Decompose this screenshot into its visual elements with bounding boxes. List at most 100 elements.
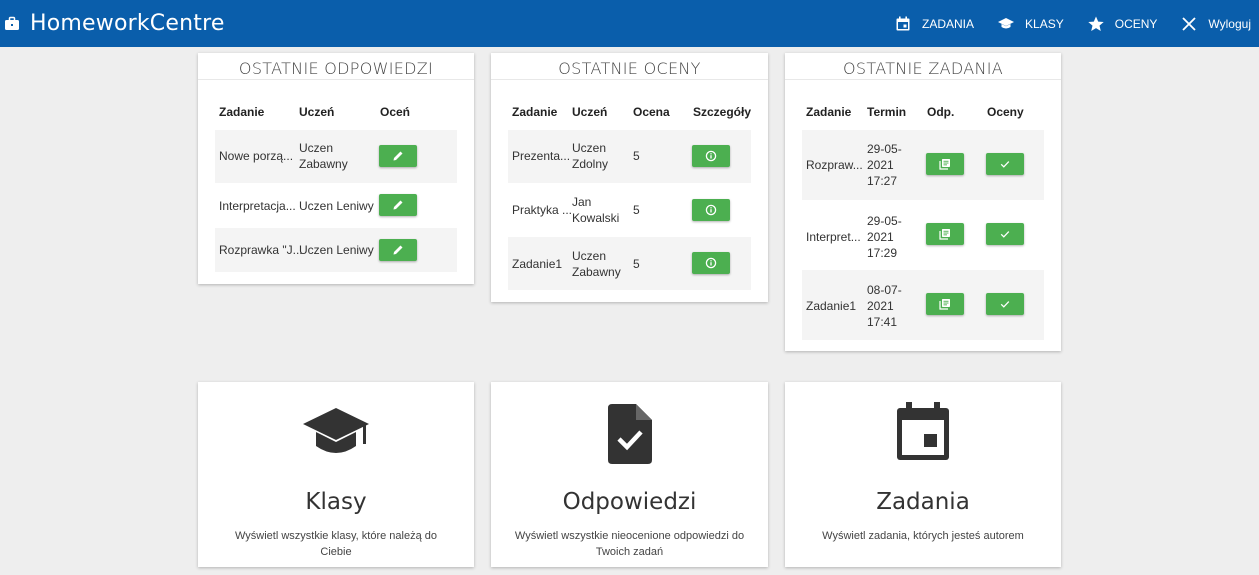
- nav-zadania-label: ZADANIA: [922, 16, 975, 31]
- nav-oceny[interactable]: OCENY: [1088, 16, 1158, 32]
- task-cell: Rozpraw...: [806, 158, 863, 172]
- app-title: HomeworkCentre: [30, 11, 225, 36]
- info-icon: [705, 150, 717, 162]
- check-icon: [1000, 161, 1010, 168]
- file-check-icon: [607, 404, 652, 464]
- calendar-icon: [897, 402, 949, 460]
- star-icon: [1088, 16, 1104, 31]
- graduation-cap-icon: [303, 408, 369, 453]
- grades-button[interactable]: [986, 223, 1024, 245]
- column-header: Ocena: [633, 105, 670, 119]
- table-row: Rozprawka "J... Uczen Leniwy: [215, 228, 457, 272]
- grade-button[interactable]: [379, 194, 417, 216]
- table-row: Nowe porzą... Uczen Zabawny: [215, 130, 457, 183]
- column-header: Uczeń: [299, 105, 335, 119]
- tile-description: Wyświetl wszystkie klasy, które należą d…: [234, 530, 438, 558]
- tile-title: Odpowiedzi: [562, 489, 697, 515]
- student-cell: Uczen Leniwy: [299, 199, 374, 213]
- top-app-bar: HomeworkCentre ZADANIA KLASY OCENY Wylog…: [0, 0, 1259, 47]
- pencil-icon: [393, 151, 403, 161]
- task-cell: Zadanie1: [806, 299, 857, 313]
- info-icon: [705, 257, 717, 269]
- column-header: Zadanie: [219, 105, 265, 119]
- deadline-cell: 29-05-2021 17:27: [867, 142, 902, 188]
- column-header: Odp.: [927, 105, 955, 119]
- column-header: Zadanie: [512, 105, 558, 119]
- table-row: Interpretacja... Uczen Leniwy: [215, 183, 457, 228]
- grade-cell: 5: [633, 149, 640, 163]
- pencil-icon: [393, 200, 403, 210]
- top-nav: ZADANIA KLASY OCENY Wyloguj: [895, 0, 1259, 47]
- tile-title: Zadania: [876, 489, 970, 515]
- task-cell: Interpretacja...: [219, 199, 296, 213]
- recent-responses-card: OSTATNIE ODPOWIEDZI Zadanie Uczeń Oceń N…: [198, 53, 474, 284]
- task-cell: Prezenta...: [512, 149, 571, 163]
- responses-button[interactable]: [926, 223, 964, 245]
- details-button[interactable]: [692, 252, 730, 274]
- library-books-icon: [939, 229, 950, 240]
- card-title: OSTATNIE OCENY: [491, 53, 768, 80]
- graduation-cap-icon: [998, 17, 1015, 28]
- calendar-icon: [896, 16, 910, 30]
- task-cell: Praktyka ...: [512, 203, 573, 217]
- task-cell: Zadanie1: [512, 257, 563, 271]
- tile-odpowiedzi[interactable]: Odpowiedzi Wyświetl wszystkie nieocenion…: [491, 382, 768, 567]
- column-header: Oceń: [380, 105, 411, 119]
- table-row: Zadanie1 08-07-2021 17:41: [802, 270, 1044, 340]
- grade-button[interactable]: [379, 239, 417, 261]
- nav-klasy-label: KLASY: [1025, 16, 1064, 31]
- close-icon: [1182, 16, 1197, 31]
- tile-klasy[interactable]: Klasy Wyświetl wszystkie klasy, które na…: [198, 382, 474, 567]
- deadline-cell: 29-05-2021 17:29: [867, 214, 902, 260]
- info-icon: [705, 204, 717, 216]
- responses-button[interactable]: [926, 153, 964, 175]
- brand-link[interactable]: HomeworkCentre: [4, 0, 225, 47]
- tile-description: Wyświetl zadania, których jesteś autorem: [822, 530, 1024, 542]
- column-header: Szczegóły: [693, 105, 752, 119]
- nav-oceny-label: OCENY: [1114, 16, 1158, 31]
- nav-zadania[interactable]: ZADANIA: [895, 16, 974, 32]
- student-cell: Jan Kowalski: [572, 195, 620, 225]
- recent-assignments-card: OSTATNIE ZADANIA Zadanie Termin Odp. Oce…: [785, 53, 1061, 351]
- student-cell: Uczen Zabawny: [572, 249, 621, 279]
- task-cell: Nowe porzą...: [219, 149, 294, 163]
- table-row: Praktyka ... Jan Kowalski 5: [508, 183, 751, 237]
- check-icon: [1000, 301, 1010, 308]
- nav-klasy[interactable]: KLASY: [998, 16, 1064, 32]
- deadline-cell: 08-07-2021 17:41: [867, 283, 902, 329]
- table-row: Zadanie1 Uczen Zabawny 5: [508, 237, 751, 290]
- check-icon: [1000, 231, 1010, 238]
- responses-table: Zadanie Uczeń Oceń Nowe porzą... Uczen Z…: [215, 100, 457, 280]
- column-header: Oceny: [987, 105, 1024, 119]
- tile-title: Klasy: [305, 489, 367, 515]
- tile-zadania[interactable]: Zadania Wyświetl zadania, których jesteś…: [785, 382, 1061, 567]
- table-row: Rozpraw... 29-05-2021 17:27: [802, 130, 1044, 200]
- nav-wyloguj-label: Wyloguj: [1208, 16, 1251, 31]
- nav-wyloguj[interactable]: Wyloguj: [1181, 16, 1251, 32]
- grades-table: Zadanie Uczeń Ocena Szczegóły Prezenta..…: [508, 100, 751, 300]
- task-cell: Rozprawka "J...: [219, 243, 303, 257]
- grades-button[interactable]: [986, 293, 1024, 315]
- pencil-icon: [393, 245, 403, 255]
- student-cell: Uczen Leniwy: [299, 243, 374, 257]
- assignments-table: Zadanie Termin Odp. Oceny Rozpraw... 29-…: [802, 100, 1044, 345]
- responses-button[interactable]: [926, 293, 964, 315]
- tile-description: Wyświetl wszystkie nieocenione odpowiedz…: [514, 530, 745, 558]
- student-cell: Uczen Zdolny: [572, 141, 609, 171]
- table-row: Prezenta... Uczen Zdolny 5: [508, 130, 751, 183]
- grades-button[interactable]: [986, 153, 1024, 175]
- table-row: Interpret... 29-05-2021 17:29: [802, 200, 1044, 270]
- column-header: Zadanie: [806, 105, 852, 119]
- task-cell: Interpret...: [806, 230, 861, 244]
- details-button[interactable]: [692, 145, 730, 167]
- grade-cell: 5: [633, 257, 640, 271]
- column-header: Termin: [867, 105, 907, 119]
- card-title: OSTATNIE ODPOWIEDZI: [198, 53, 474, 80]
- card-title: OSTATNIE ZADANIA: [785, 53, 1061, 80]
- briefcase-icon: [5, 16, 19, 30]
- grade-cell: 5: [633, 203, 640, 217]
- library-books-icon: [939, 299, 950, 310]
- grade-button[interactable]: [379, 145, 417, 167]
- details-button[interactable]: [692, 199, 730, 221]
- library-books-icon: [939, 159, 950, 170]
